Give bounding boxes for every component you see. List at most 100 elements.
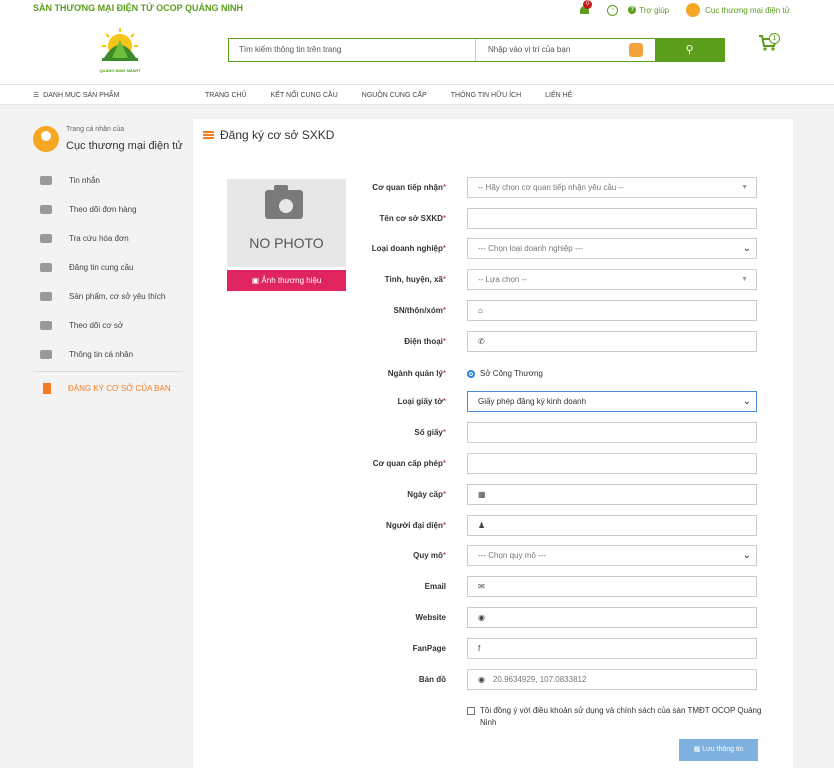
terms-text: Tôi đồng ý với điều khoản sử dụng và chí…	[480, 706, 762, 727]
chevron-down-icon: ⌄	[742, 396, 751, 407]
sidebar-menu: Tin nhắn Theo dõi đơn hàng Tra cứu hóa đ…	[33, 166, 183, 369]
form-row-map: Bản đồ ◉ 20.9634929, 107.0833812	[343, 669, 763, 690]
nav-item-contact[interactable]: LIÊN HỆ	[545, 85, 572, 106]
caret-down-icon: ▼	[741, 184, 748, 191]
calendar-icon: ▦	[478, 490, 486, 499]
sidebar-item-favorites[interactable]: Sản phẩm, cơ sở yêu thích	[33, 282, 183, 311]
sidebar-item-profile[interactable]: Thông tin cá nhân	[33, 340, 183, 369]
field-label: Loại giấy tờ*	[397, 397, 446, 406]
form-row-representative: Người đại diện* ♟	[343, 515, 763, 536]
terms-agreement[interactable]: Tôi đồng ý với điều khoản sử dụng và chí…	[467, 705, 767, 729]
email-input[interactable]: ✉	[467, 576, 757, 597]
issue-date-input[interactable]: ▦	[467, 484, 757, 505]
address-input[interactable]: ⌂	[467, 300, 757, 321]
search-input[interactable]: Tìm kiếm thông tin trên trang	[229, 39, 476, 61]
search-button[interactable]: ⚲	[655, 39, 724, 61]
sidebar-item-post-supply[interactable]: Đăng tin cung cầu	[33, 253, 183, 282]
photo-placeholder[interactable]: NO PHOTO	[227, 179, 346, 267]
map-coordinates-input[interactable]: ◉ 20.9634929, 107.0833812	[467, 669, 757, 690]
field-label: Số giấy*	[414, 428, 446, 437]
chevron-down-icon: ⌄	[742, 550, 751, 561]
header: QUẢNG NINH SMART Tìm kiếm thông tin trên…	[0, 20, 834, 84]
agency-select[interactable]: -- Hãy chọn cơ quan tiếp nhận yêu cầu --…	[467, 177, 757, 198]
field-label: Ngành quản lý*	[387, 369, 446, 378]
cart-icon[interactable]: 1	[758, 33, 782, 54]
form-row-business-type: Loại doanh nghiệp* --- Chọn loại doanh n…	[343, 238, 763, 259]
form-row-address: SN/thôn/xóm* ⌂	[343, 300, 763, 321]
doc-type-select[interactable]: Giấy phép đăng ký kinh doanh ⌄	[467, 391, 757, 412]
map-pin-icon[interactable]	[629, 43, 643, 57]
sector-radio[interactable]: Sở Công Thương	[467, 363, 543, 384]
location-placeholder: Nhập vào vị trí của bạn	[488, 45, 571, 54]
form-row-issuer: Cơ quan cấp phép*	[343, 453, 763, 474]
website-input[interactable]: ◉	[467, 607, 757, 628]
form-row-scale: Quy mô* --- Chọn quy mô --- ⌄	[343, 545, 763, 566]
field-label: SN/thôn/xóm*	[393, 306, 446, 315]
brand-image-button[interactable]: ▣ Ảnh thương hiệu	[227, 270, 346, 291]
sidebar-item-label: Theo dõi đơn hàng	[69, 205, 137, 214]
user-link[interactable]: Cục thương mại điện tử	[705, 6, 790, 15]
sidebar-item-messages[interactable]: Tin nhắn	[33, 166, 183, 195]
site-name[interactable]: SÀN THƯƠNG MẠI ĐIỆN TỬ OCOP QUẢNG NINH	[33, 3, 243, 13]
user-icon: ♟	[478, 521, 486, 530]
form-row-doc-type: Loại giấy tờ* Giấy phép đăng ký kinh doa…	[343, 391, 763, 412]
register-label: ĐĂNG KÝ CƠ SỞ CỦA BẠN	[68, 383, 171, 393]
fanpage-input[interactable]: f	[467, 638, 757, 659]
page-title: Đăng ký cơ sở SXKD	[203, 128, 334, 142]
notification-count: 0	[583, 0, 593, 9]
save-label: Lưu thông tin	[702, 746, 744, 753]
sidebar-item-label: Sản phẩm, cơ sở yêu thích	[69, 292, 166, 301]
radio-selected-icon	[467, 369, 475, 378]
help-link[interactable]: Trợ giúp	[639, 6, 669, 15]
sidebar: Trang cá nhân của Cục thương mại điện tử…	[33, 120, 183, 396]
category-menu-button[interactable]: ☰ DANH MỤC SẢN PHẨM	[33, 85, 119, 106]
profile-caption: Trang cá nhân của	[66, 126, 125, 133]
cart-count: 1	[769, 33, 780, 44]
form-row-website: Website ◉	[343, 607, 763, 628]
issuer-input[interactable]	[467, 453, 757, 474]
phone-input[interactable]: ✆	[467, 331, 757, 352]
nav-item-supply-demand[interactable]: KẾT NỐI CUNG CẦU	[271, 85, 338, 106]
form-row-fanpage: FanPage f	[343, 638, 763, 659]
facebook-icon: f	[478, 644, 481, 653]
cart-icon	[40, 205, 52, 214]
chevron-down-icon: ⌄	[742, 243, 751, 254]
profile-block[interactable]: Trang cá nhân của Cục thương mại điện tử	[33, 120, 183, 166]
doc-number-input[interactable]	[467, 422, 757, 443]
scale-select[interactable]: --- Chọn quy mô --- ⌄	[467, 545, 757, 566]
sidebar-item-label: Tra cứu hóa đơn	[69, 234, 129, 243]
field-label: Bản đồ	[418, 675, 446, 684]
camera-icon	[265, 190, 303, 219]
region-select[interactable]: -- Lựa chọn -- ▼	[467, 269, 757, 290]
nav-item-info[interactable]: THÔNG TIN HỮU ÍCH	[451, 85, 521, 106]
sidebar-item-label: Đăng tin cung cầu	[69, 263, 134, 272]
heart-icon	[40, 292, 52, 301]
field-label: Website	[415, 613, 446, 622]
sidebar-item-label: Theo dõi cơ sở	[69, 321, 124, 330]
chat-icon	[40, 176, 52, 185]
form-row-doc-number: Số giấy*	[343, 422, 763, 443]
field-label: Quy mô*	[413, 551, 446, 560]
location-input[interactable]: Nhập vào vị trí của bạn	[476, 39, 655, 61]
terms-checkbox[interactable]	[467, 707, 475, 715]
business-name-input[interactable]	[467, 208, 757, 229]
nav-item-suppliers[interactable]: NGUỒN CUNG CẤP	[362, 85, 427, 106]
select-value: Giấy phép đăng ký kinh doanh	[478, 397, 587, 406]
notification-bell-icon[interactable]: 0	[579, 0, 593, 16]
form-row-sector: Ngành quản lý* Sở Công Thương	[343, 363, 763, 384]
sidebar-item-follow[interactable]: Theo dõi cơ sở	[33, 311, 183, 340]
caret-down-icon: ▼	[741, 276, 748, 283]
top-right-links: 0 ~ ? Trợ giúp Cục thương mại điện tử	[579, 0, 790, 20]
nav-items: TRANG CHỦ KẾT NỐI CUNG CẦU NGUỒN CUNG CẤ…	[205, 85, 596, 106]
business-type-select[interactable]: --- Chọn loại doanh nghiệp --- ⌄	[467, 238, 757, 259]
user-icon	[40, 350, 52, 359]
sidebar-item-register[interactable]: ĐĂNG KÝ CƠ SỞ CỦA BẠN	[33, 380, 183, 396]
save-button[interactable]: ▦ Lưu thông tin	[679, 739, 758, 761]
field-label: Ngày cấp*	[407, 490, 446, 499]
sidebar-item-orders[interactable]: Theo dõi đơn hàng	[33, 195, 183, 224]
representative-input[interactable]: ♟	[467, 515, 757, 536]
sidebar-item-invoices[interactable]: Tra cứu hóa đơn	[33, 224, 183, 253]
user-avatar-icon[interactable]	[686, 3, 701, 17]
nav-item-home[interactable]: TRANG CHỦ	[205, 85, 247, 106]
messenger-icon[interactable]: ~	[607, 4, 619, 16]
